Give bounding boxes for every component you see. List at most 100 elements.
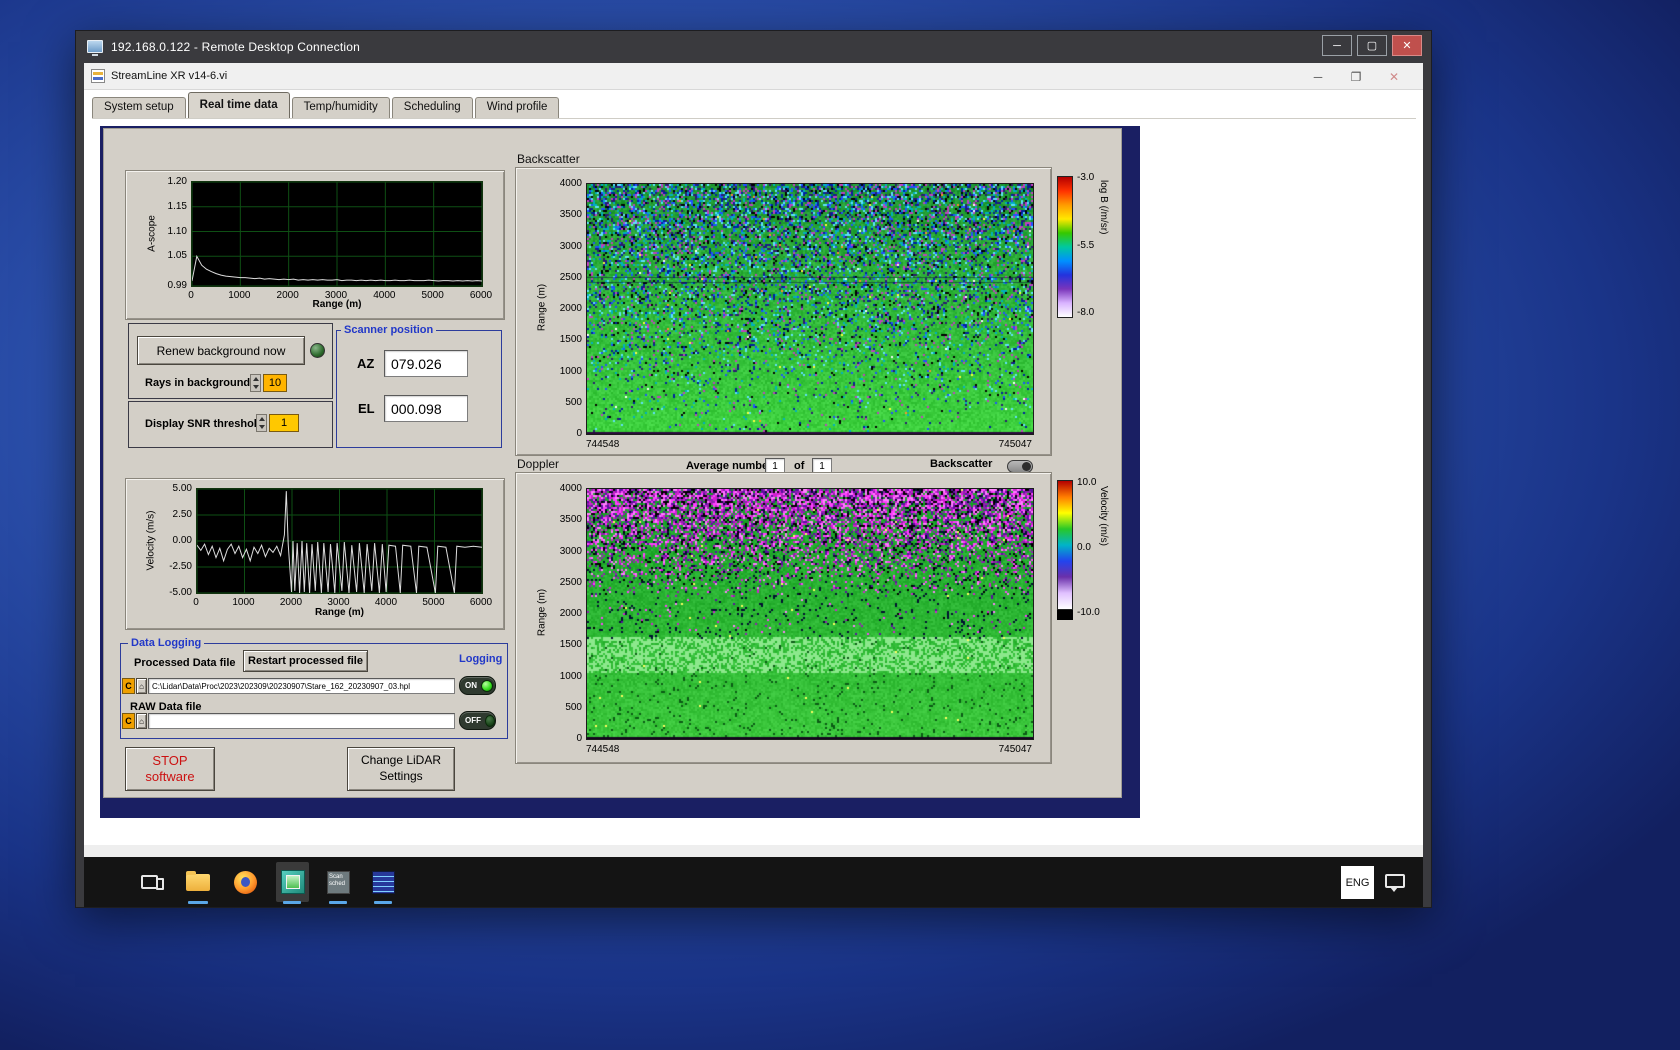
colorbar-tick: -8.0 (1077, 307, 1095, 318)
backscatter-title: Backscatter (517, 152, 580, 166)
axis-tick-label: 4000 (374, 597, 398, 608)
language-indicator[interactable]: ENG (1341, 866, 1374, 899)
app-minimize-button[interactable]: ─ (1299, 63, 1337, 90)
colorbar-tick: -3.0 (1077, 172, 1095, 183)
axis-tick-label: 0 (193, 597, 199, 608)
stop-line2: software (145, 769, 195, 784)
backscatter-colorbar-label: log B (/m/sr) (1098, 180, 1109, 235)
tab-real-time-data[interactable]: Real time data (187, 92, 290, 118)
desktop: 192.168.0.122 - Remote Desktop Connectio… (0, 0, 1680, 1050)
processed-logging-toggle[interactable]: ON (459, 676, 496, 695)
app-titlebar[interactable]: StreamLine XR v14-6.vi ─ ❐ ✕ (84, 63, 1423, 90)
axis-tick-label: 500 (565, 396, 582, 408)
processed-path-field[interactable]: C:\Lidar\Data\Proc\2023\202309\20230907\… (148, 678, 455, 694)
logging-off-led (485, 714, 495, 727)
taskbar-underline (329, 901, 347, 904)
tab-temp-humidity[interactable]: Temp/humidity (291, 97, 390, 118)
scan-scheduler-app-icon[interactable]: Scan sched (327, 871, 350, 894)
doppler-colorbar-label: Velocity (m/s) (1098, 486, 1109, 547)
axis-tick-label: 0 (576, 428, 582, 439)
processed-browse-button[interactable]: ⌂ (136, 678, 147, 694)
backscatter-plot (586, 183, 1034, 435)
rays-spinner[interactable] (250, 374, 261, 392)
raw-path-field[interactable] (148, 713, 455, 729)
axis-tick-label: 1.15 (167, 200, 187, 212)
backscatter-graph-panel: Range (m) 4000 3500 3000 2500 2000 1500 1000 50… (515, 167, 1052, 456)
snr-spinner[interactable] (256, 414, 267, 432)
remote-desktop-icon (87, 40, 103, 56)
axis-tick-label: 5.00 (172, 483, 192, 494)
tab-wind-profile[interactable]: Wind profile (474, 97, 560, 118)
log-viewer-app-icon[interactable] (372, 871, 395, 894)
axis-tick-label: 744548 (586, 744, 620, 755)
axis-tick-label: 1000 (232, 597, 255, 608)
logging-label: Logging (459, 653, 503, 665)
change-line1: Change LiDAR (360, 753, 442, 768)
taskbar-underline (188, 901, 208, 904)
renew-background-led (310, 343, 325, 358)
tab-system-setup[interactable]: System setup (92, 97, 186, 118)
tab-scheduling[interactable]: Scheduling (391, 97, 473, 118)
axis-tick-label: 2000 (276, 290, 299, 301)
axis-tick-label: 1.10 (167, 225, 187, 237)
scanner-position-box (336, 330, 502, 448)
notification-chat-icon[interactable] (1385, 874, 1405, 892)
axis-tick-label: 4000 (373, 290, 396, 301)
rdp-maximize-button[interactable]: ▢ (1357, 35, 1387, 56)
scanner-position-title: Scanner position (341, 324, 437, 336)
doppler-heatmap-canvas (587, 489, 1033, 739)
raw-drive-button[interactable]: C (122, 713, 135, 729)
axis-tick-label: 5000 (421, 290, 444, 301)
change-lidar-settings-button[interactable]: Change LiDAR Settings (347, 747, 455, 791)
app-restore-button[interactable]: ❐ (1337, 63, 1375, 90)
firefox-icon[interactable] (234, 871, 257, 894)
colorbar-tick: -5.5 (1077, 239, 1095, 251)
axis-tick-label: 2500 (559, 271, 582, 283)
axis-tick-label: 5000 (422, 597, 445, 608)
doppler-colorbar-ticks: 10.0 0.0 -10.0 (1077, 477, 1100, 618)
snr-value[interactable]: 1 (269, 414, 299, 432)
stop-line1: STOP (152, 752, 188, 768)
axis-tick-label: 3000 (327, 597, 350, 608)
axis-tick-label: 6000 (469, 290, 493, 301)
axis-tick-label: 744548 (586, 439, 620, 450)
of-label: of (794, 460, 805, 472)
tab-divider (92, 118, 1416, 119)
rdp-titlebar[interactable]: 192.168.0.122 - Remote Desktop Connectio… (75, 30, 1432, 63)
app-window-title: StreamLine XR v14-6.vi (111, 70, 228, 82)
axis-tick-label: 745047 (998, 744, 1032, 755)
az-value-field: 079.026 (384, 350, 468, 377)
axis-tick-label: 0.99 (167, 280, 187, 291)
axis-tick-label: 3500 (559, 209, 582, 221)
taskbar-underline (374, 901, 392, 904)
rdp-window-title: 192.168.0.122 - Remote Desktop Connectio… (111, 39, 361, 54)
file-explorer-icon[interactable] (186, 871, 210, 891)
axis-tick-label: 1500 (559, 334, 582, 346)
change-line2: Settings (379, 769, 423, 783)
axis-tick-label: 1.05 (167, 250, 187, 262)
backscatter-colorbar-ticks: -3.0 -5.5 -8.0 (1077, 172, 1094, 318)
axis-tick-label: 1000 (559, 365, 582, 377)
rdp-close-button[interactable]: ✕ (1392, 35, 1422, 56)
axis-tick-label: 2500 (559, 576, 582, 588)
stop-software-button[interactable]: STOP software (125, 747, 215, 791)
raw-logging-toggle[interactable]: OFF (459, 711, 496, 730)
axis-tick-label: 2000 (279, 597, 303, 608)
colorbar-tick: 10.0 (1077, 477, 1097, 488)
raw-browse-button[interactable]: ⌂ (136, 713, 147, 729)
axis-tick-label: 3000 (559, 545, 582, 557)
rdp-minimize-button[interactable]: ─ (1322, 35, 1352, 56)
restart-processed-file-button[interactable]: Restart processed file (243, 650, 368, 672)
ascope-graph-panel: A-scope Range (m) 0 1000 2000 3000 4000 5000 6… (125, 170, 505, 320)
axis-tick-label: 2.50 (172, 509, 192, 520)
velocity-plot (196, 488, 483, 594)
processed-drive-button[interactable]: C (122, 678, 135, 694)
app-close-button[interactable]: ✕ (1375, 63, 1413, 90)
rays-value[interactable]: 10 (263, 374, 287, 392)
taskbar-underline (283, 901, 301, 904)
streamline-app-icon[interactable] (281, 870, 305, 894)
task-view-icon[interactable] (141, 875, 164, 890)
axis-tick-label: 2000 (559, 608, 582, 619)
axis-tick-label: 4000 (559, 483, 582, 494)
renew-background-button[interactable]: Renew background now (137, 336, 305, 365)
